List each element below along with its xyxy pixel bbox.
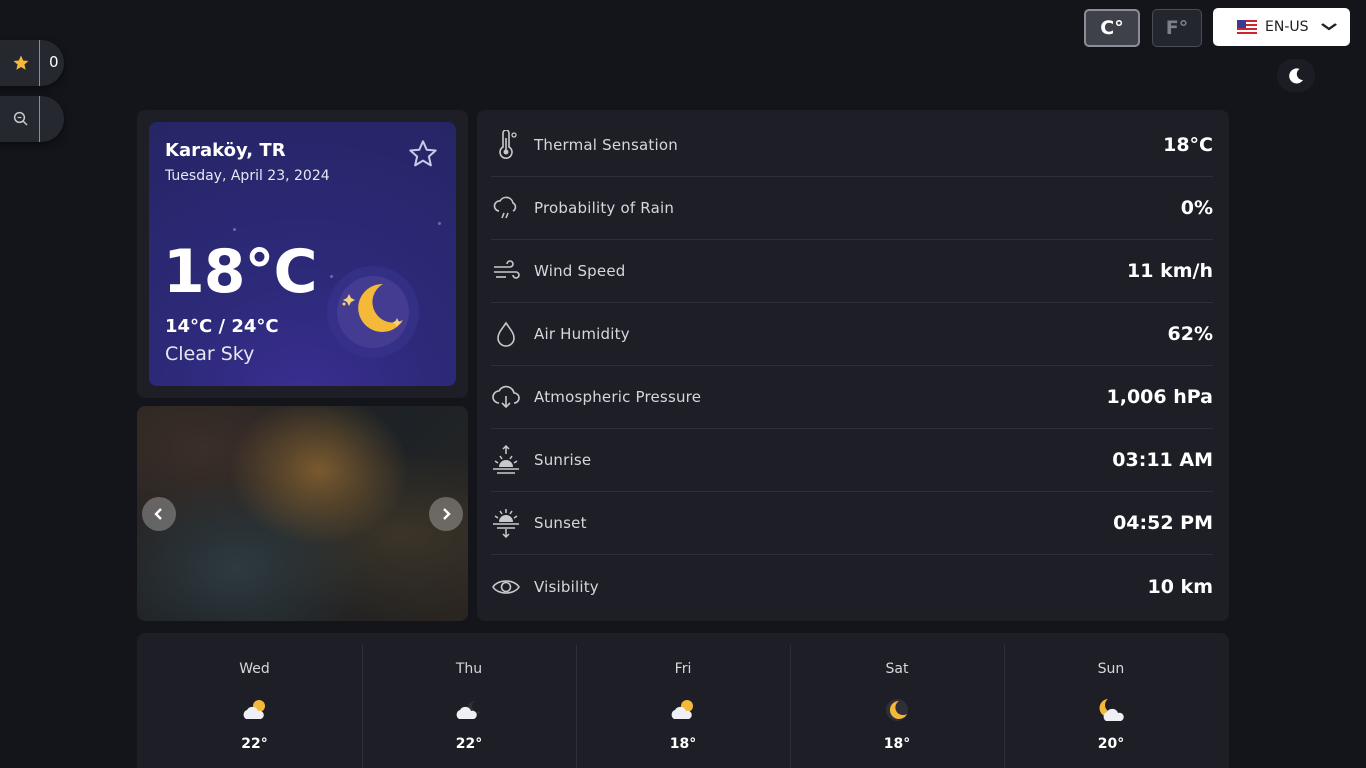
detail-label: Probability of Rain [534, 199, 675, 217]
detail-row-sunrise: Sunrise 03:11 AM [491, 429, 1213, 492]
detail-label: Sunset [534, 514, 587, 532]
detail-value: 03:11 AM [1112, 449, 1213, 471]
partly-cloudy-night-icon [452, 693, 486, 727]
us-flag-icon [1237, 20, 1257, 34]
current-weather-panel: Karaköy, TR Tuesday, April 23, 2024 18°C… [137, 110, 468, 398]
forecast-high: 18° [669, 736, 697, 752]
detail-row-visibility: Visibility 10 km [491, 555, 1213, 618]
forecast-day-name: Sun [1097, 661, 1125, 677]
sparkle [233, 228, 236, 231]
current-date: Tuesday, April 23, 2024 [165, 168, 330, 184]
detail-value: 18°C [1163, 134, 1213, 156]
divider [39, 40, 40, 86]
location-photo-carousel [137, 406, 468, 621]
favorite-star-icon[interactable] [407, 138, 439, 170]
detail-row-atmospheric-pressure: Atmospheric Pressure 1,006 hPa [491, 366, 1213, 429]
forecast-day-name: Sat [885, 661, 909, 677]
location-name: Karaköy, TR [165, 140, 286, 161]
forecast-day: Fri 18° [576, 645, 790, 768]
eye-icon [491, 572, 521, 602]
current-weather-card: Karaköy, TR Tuesday, April 23, 2024 18°C… [149, 122, 456, 386]
detail-label: Visibility [534, 577, 599, 596]
detail-label: Sunrise [534, 451, 592, 469]
forecast-day-name: Wed [239, 661, 270, 677]
partly-cloudy-day-icon [238, 693, 272, 727]
weather-condition: Clear Sky [165, 343, 255, 365]
clear-night-moon-icon [327, 262, 427, 362]
celsius-button[interactable]: C° [1084, 9, 1140, 47]
search-pill[interactable] [0, 96, 64, 142]
language-select[interactable]: EN-US [1213, 8, 1350, 46]
sunset-icon [491, 508, 521, 538]
detail-row-thermal-sensation: Thermal Sensation 18°C [491, 114, 1213, 177]
chevron-down-icon [1320, 20, 1337, 34]
forecast-day-name: Thu [455, 661, 483, 677]
wind-icon [491, 256, 521, 286]
star-icon [11, 53, 31, 73]
forecast-day: Sun 20° [1004, 645, 1218, 768]
detail-row-wind-speed: Wind Speed 11 km/h [491, 240, 1213, 303]
favorites-pill[interactable]: 0 [0, 40, 64, 86]
detail-label: Atmospheric Pressure [534, 388, 702, 406]
forecast-day-name: Fri [674, 661, 692, 677]
moon-icon [1289, 67, 1303, 83]
chevron-right-icon [443, 508, 451, 520]
weekly-forecast-panel: Wed 22° Thu 22° Fri 18° Sat 18° Sun 20° [137, 633, 1229, 768]
carousel-prev-button[interactable] [142, 497, 176, 531]
detail-value: 1,006 hPa [1106, 386, 1213, 408]
cloudy-moon-icon [1094, 693, 1128, 727]
detail-value: 10 km [1147, 575, 1214, 598]
forecast-day: Thu 22° [362, 645, 576, 768]
fahrenheit-button[interactable]: F° [1152, 9, 1202, 47]
detail-row-air-humidity: Air Humidity 62% [491, 303, 1213, 366]
forecast-high: 18° [883, 736, 911, 752]
detail-value: 04:52 PM [1113, 512, 1213, 534]
current-temperature: 18°C [163, 237, 318, 307]
rain-cloud-icon [491, 193, 521, 223]
forecast-day: Sat 18° [790, 645, 1004, 768]
detail-label: Wind Speed [534, 262, 626, 280]
detail-value: 11 km/h [1127, 260, 1213, 282]
favorites-count: 0 [49, 53, 59, 71]
detail-label: Air Humidity [534, 325, 630, 343]
moon-icon [880, 693, 914, 727]
droplet-icon [491, 319, 521, 349]
detail-row-probability-of-rain: Probability of Rain 0% [491, 177, 1213, 240]
detail-label: Thermal Sensation [534, 136, 678, 154]
language-label: EN-US [1265, 19, 1309, 35]
forecast-high: 22° [241, 736, 268, 752]
weather-details-panel: Thermal Sensation 18°C Probability of Ra… [477, 110, 1229, 621]
detail-value: 62% [1167, 323, 1213, 345]
divider [39, 96, 40, 142]
min-max-temperature: 14°C / 24°C [165, 316, 279, 337]
sparkle [438, 222, 441, 225]
chevron-left-icon [154, 508, 162, 520]
carousel-next-button[interactable] [429, 497, 463, 531]
forecast-high: 22° [455, 736, 483, 752]
forecast-day: Wed 22° [147, 645, 362, 768]
partly-cloudy-day-icon [666, 693, 700, 727]
detail-row-sunset: Sunset 04:52 PM [491, 492, 1213, 555]
sunrise-icon [491, 445, 521, 475]
theme-toggle[interactable] [1277, 59, 1315, 92]
detail-value: 0% [1180, 197, 1213, 219]
pressure-cloud-icon [491, 382, 521, 412]
forecast-high: 20° [1097, 736, 1125, 752]
search-icon [11, 109, 31, 129]
thermometer-icon [491, 130, 521, 160]
